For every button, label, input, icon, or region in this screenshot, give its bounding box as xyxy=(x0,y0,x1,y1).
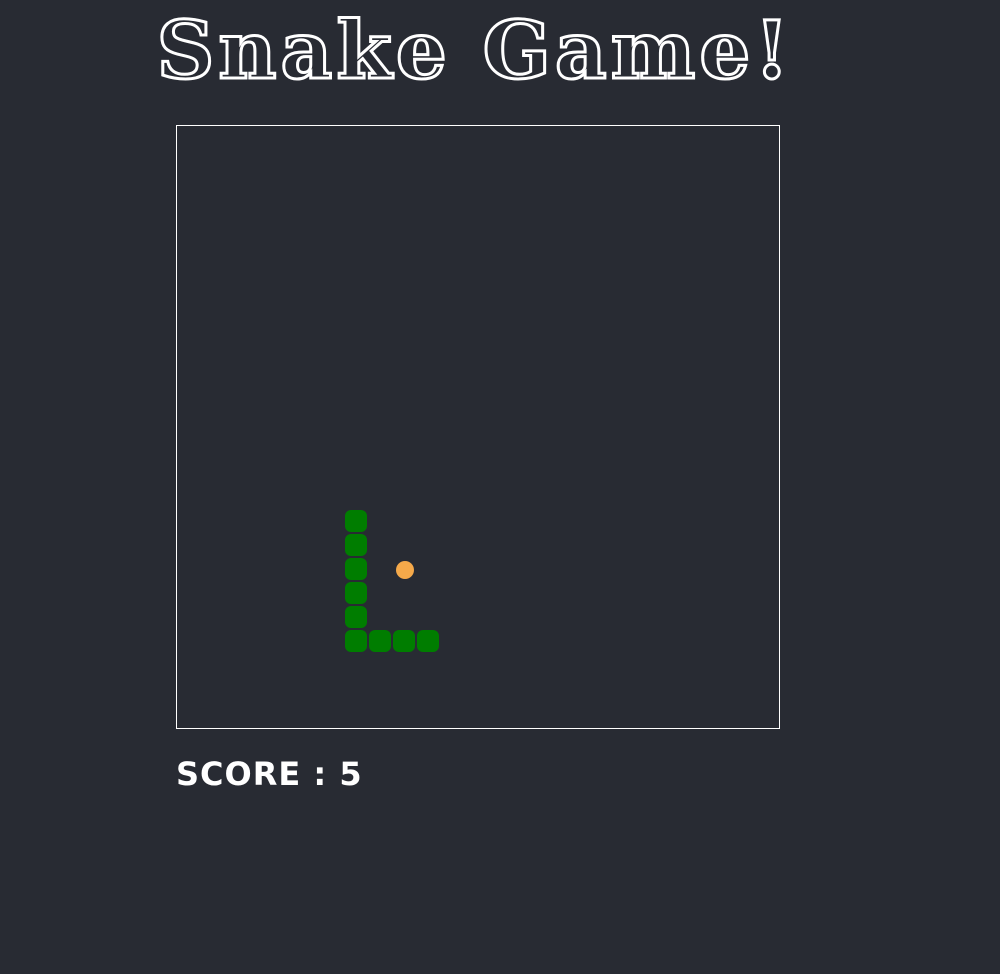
snake-segment xyxy=(369,630,391,652)
snake-segment xyxy=(417,630,439,652)
snake-segment xyxy=(345,630,367,652)
snake-segment xyxy=(345,534,367,556)
snake-segment xyxy=(345,558,367,580)
snake-head xyxy=(345,510,367,532)
food-pellet xyxy=(396,561,414,579)
score-display: SCORE : 5 xyxy=(176,755,363,793)
game-title: Snake Game! xyxy=(155,2,794,99)
snake-segment xyxy=(345,582,367,604)
snake-segment xyxy=(345,606,367,628)
snake-segment xyxy=(393,630,415,652)
game-board[interactable] xyxy=(176,125,780,729)
